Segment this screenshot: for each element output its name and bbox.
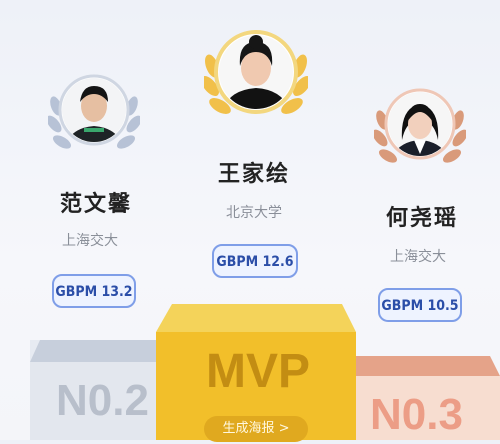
podium-mvp-label: MVP (206, 345, 311, 398)
contestant-name-second: 范文馨 (60, 192, 133, 217)
podium-first: MVP 生成海报 > (156, 304, 356, 442)
generate-poster-label: 生成海报 > (222, 421, 290, 436)
contestant-school-third: 上海交大 (390, 249, 446, 265)
avatar-first[interactable] (204, 20, 308, 134)
podium-second-label: N0.2 (56, 376, 149, 425)
podium-second: N0.2 (0, 340, 170, 440)
contestant-school-first: 北京大学 (226, 205, 282, 221)
avatar-third[interactable] (374, 80, 466, 180)
avatar-second[interactable] (48, 66, 140, 166)
score-badge-second[interactable]: GBPM 13.2 (52, 274, 136, 308)
podium-third-label: N0.3 (370, 390, 463, 439)
contestant-name-first: 王家绘 (218, 162, 291, 187)
generate-poster-button[interactable]: 生成海报 > (204, 416, 308, 442)
contestant-name-third: 何尧瑶 (386, 206, 459, 231)
score-badge-first[interactable]: GBPM 12.6 (212, 244, 298, 278)
score-badge-third[interactable]: GBPM 10.5 (378, 288, 462, 322)
contestant-school-second: 上海交大 (62, 233, 118, 249)
